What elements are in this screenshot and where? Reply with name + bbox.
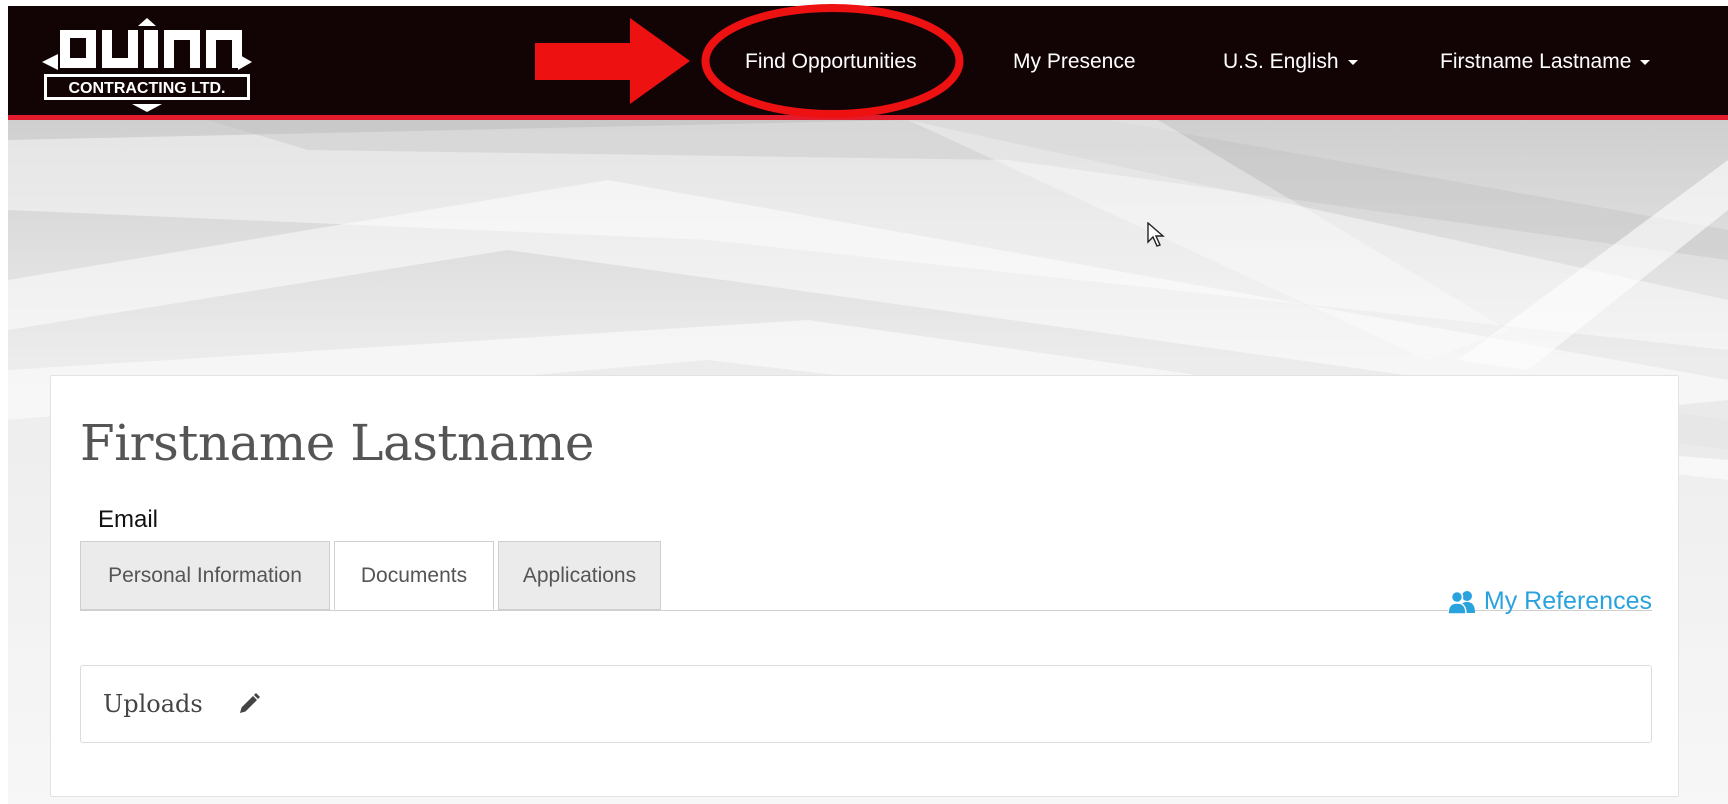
profile-tabs: Personal Information Documents Applicati… [80,541,1652,611]
uploads-panel: Uploads [80,665,1652,743]
company-logo[interactable]: CONTRACTING LTD. [32,16,262,116]
pencil-icon[interactable] [237,692,261,716]
uploads-label: Uploads [103,690,203,718]
user-name-label: Firstname Lastname [1440,50,1632,73]
profile-card: Firstname Lastname Email Personal Inform… [50,375,1679,797]
chevron-down-icon [1640,59,1651,65]
language-dropdown[interactable]: U.S. English [1223,50,1358,74]
profile-email: Email [98,506,159,533]
language-label: U.S. English [1223,50,1339,73]
tab-applications[interactable]: Applications [498,541,661,610]
annotation-circle [701,4,964,118]
chevron-down-icon [1347,59,1358,65]
user-menu-dropdown[interactable]: Firstname Lastname [1440,50,1651,74]
annotation-arrow-icon [535,18,690,104]
mouse-cursor-icon [1147,222,1165,247]
tab-personal-information[interactable]: Personal Information [80,541,330,610]
users-icon [1447,590,1475,615]
nav-my-presence[interactable]: My Presence [1013,50,1136,74]
my-references-label: My References [1483,587,1652,615]
my-references-link[interactable]: My References [1447,587,1652,616]
tab-documents[interactable]: Documents [334,541,494,610]
logo-subtitle: CONTRACTING LTD. [68,80,225,97]
profile-name-heading: Firstname Lastname [80,414,595,472]
